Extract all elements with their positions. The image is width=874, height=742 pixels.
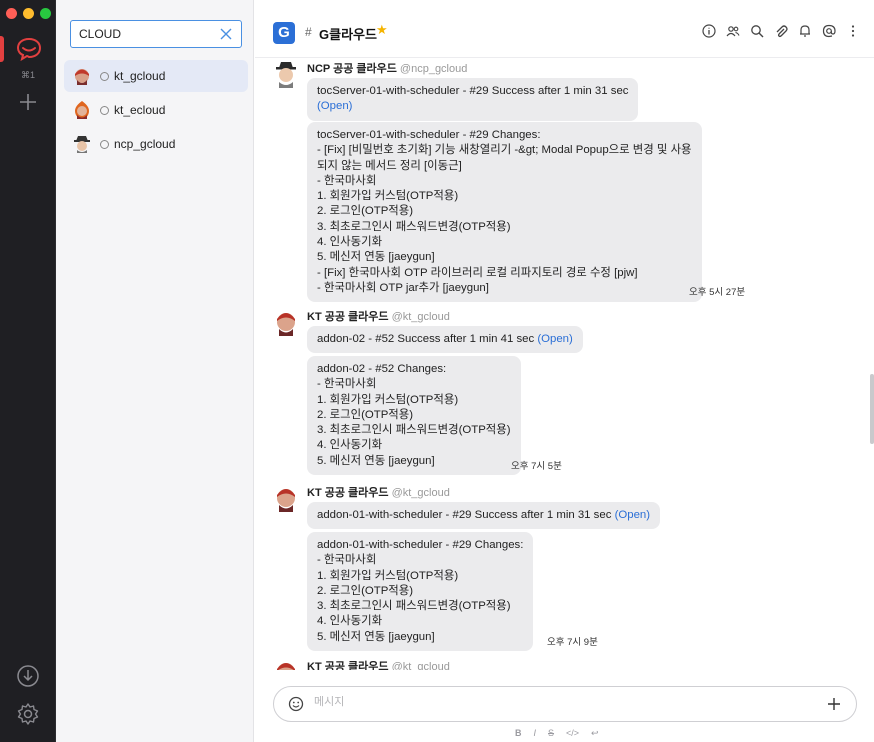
channel-header: G # G클라우드 ★	[255, 0, 874, 58]
favorite-star-icon[interactable]: ★	[376, 22, 388, 38]
emoji-icon[interactable]	[288, 696, 304, 712]
channel-search-box	[70, 20, 242, 48]
minimize-window-button[interactable]	[23, 8, 34, 19]
channel-list-panel: kt_gcloud kt_ecloud ncp_gcloud	[56, 0, 254, 742]
jenkins-red-icon	[75, 69, 89, 85]
open-link[interactable]: (Open)	[317, 99, 628, 114]
jenkins-red-icon	[277, 663, 295, 670]
message-sender: KT 공공 클라우드 @kt_gcloud	[307, 487, 450, 499]
chat-bubble-icon[interactable]	[16, 36, 42, 62]
channel-label: ncp_gcloud	[114, 137, 176, 151]
message-list[interactable]: NCP 공공 클라우드 @ncp_gcloud tocServer-01-wit…	[255, 58, 874, 670]
message-bubble: addon-01-with-scheduler - #29 Success af…	[307, 502, 661, 530]
info-icon[interactable]	[702, 24, 716, 38]
message-time: 오후 7시 5분	[511, 461, 562, 472]
message-bubble: tocServer-01-with-scheduler - #29 Change…	[307, 122, 702, 303]
workspace-active-indicator	[0, 36, 4, 62]
channel-search-input[interactable]	[79, 27, 219, 41]
message-sender: KT 공공 클라우드 @kt_gcloud	[307, 311, 450, 323]
jenkins-red-icon	[277, 489, 295, 512]
message-bubble: addon-02 - #52 Changes: - 한국마사회 1. 회원가입 …	[307, 356, 521, 476]
workspace-rail: ⌘1	[0, 0, 56, 742]
mention-icon[interactable]	[822, 24, 836, 38]
message-bubble: tocServer-01-with-scheduler - #29 Succes…	[307, 78, 639, 121]
enter-icon[interactable]: ↩	[591, 728, 599, 739]
channel-item-ncp-gcloud[interactable]: ncp_gcloud	[64, 128, 248, 160]
jenkins-fire-icon	[75, 101, 89, 119]
close-window-button[interactable]	[6, 8, 17, 19]
channel-label: kt_gcloud	[114, 69, 166, 83]
bold-button[interactable]: B	[515, 728, 522, 739]
channel-avatar: G	[273, 22, 295, 44]
download-icon[interactable]	[16, 664, 40, 688]
search-icon[interactable]	[750, 24, 764, 38]
bell-icon[interactable]	[798, 24, 812, 38]
strikethrough-button[interactable]: S	[548, 728, 554, 739]
channel-item-kt-gcloud[interactable]: kt_gcloud	[64, 60, 248, 92]
message-composer	[273, 686, 857, 722]
gear-icon[interactable]	[16, 702, 40, 726]
format-toolbar: B I S </> ↩	[515, 728, 599, 739]
members-icon[interactable]	[726, 24, 740, 38]
italic-button[interactable]: I	[534, 728, 537, 739]
status-offline-icon	[100, 139, 109, 149]
window-controls	[6, 8, 51, 19]
message-time: 오후 5시 27분	[689, 287, 746, 298]
message-scrollbar[interactable]	[870, 374, 874, 444]
channel-hash-icon: #	[305, 25, 312, 39]
status-offline-icon	[100, 105, 109, 115]
jenkins-red-icon	[277, 313, 295, 336]
open-link[interactable]: (Open)	[615, 509, 650, 521]
jenkins-hat-icon	[276, 62, 296, 88]
add-workspace-icon[interactable]	[18, 92, 38, 112]
status-offline-icon	[100, 71, 109, 81]
zoom-window-button[interactable]	[40, 8, 51, 19]
channel-results: kt_gcloud kt_ecloud ncp_gcloud	[64, 60, 248, 162]
channel-item-kt-ecloud[interactable]: kt_ecloud	[64, 94, 248, 126]
open-link[interactable]: (Open)	[537, 333, 572, 345]
message-sender: KT 공공 클라우드 @kt_gcloud	[307, 661, 450, 670]
channel-title[interactable]: G클라우드	[319, 24, 377, 43]
clear-search-icon[interactable]	[219, 27, 233, 41]
message-input[interactable]	[314, 696, 794, 708]
channel-label: kt_ecloud	[114, 103, 166, 117]
message-bubble: addon-02 - #52 Success after 1 min 41 se…	[307, 326, 583, 354]
message-time: 오후 7시 9분	[547, 637, 598, 648]
attachment-icon[interactable]	[774, 24, 788, 38]
more-options-icon[interactable]	[846, 24, 860, 38]
workspace-shortcut: ⌘1	[20, 70, 35, 80]
jenkins-hat-icon	[74, 136, 90, 153]
plus-icon[interactable]	[826, 696, 842, 712]
header-toolbar	[702, 24, 860, 38]
message-bubble: addon-01-with-scheduler - #29 Changes: -…	[307, 532, 534, 652]
chat-main: G # G클라우드 ★ NCP 공공 클라우드 @ncp_gcloud tocS…	[255, 0, 874, 742]
message-sender: NCP 공공 클라우드 @ncp_gcloud	[307, 63, 468, 75]
code-button[interactable]: </>	[566, 728, 579, 739]
